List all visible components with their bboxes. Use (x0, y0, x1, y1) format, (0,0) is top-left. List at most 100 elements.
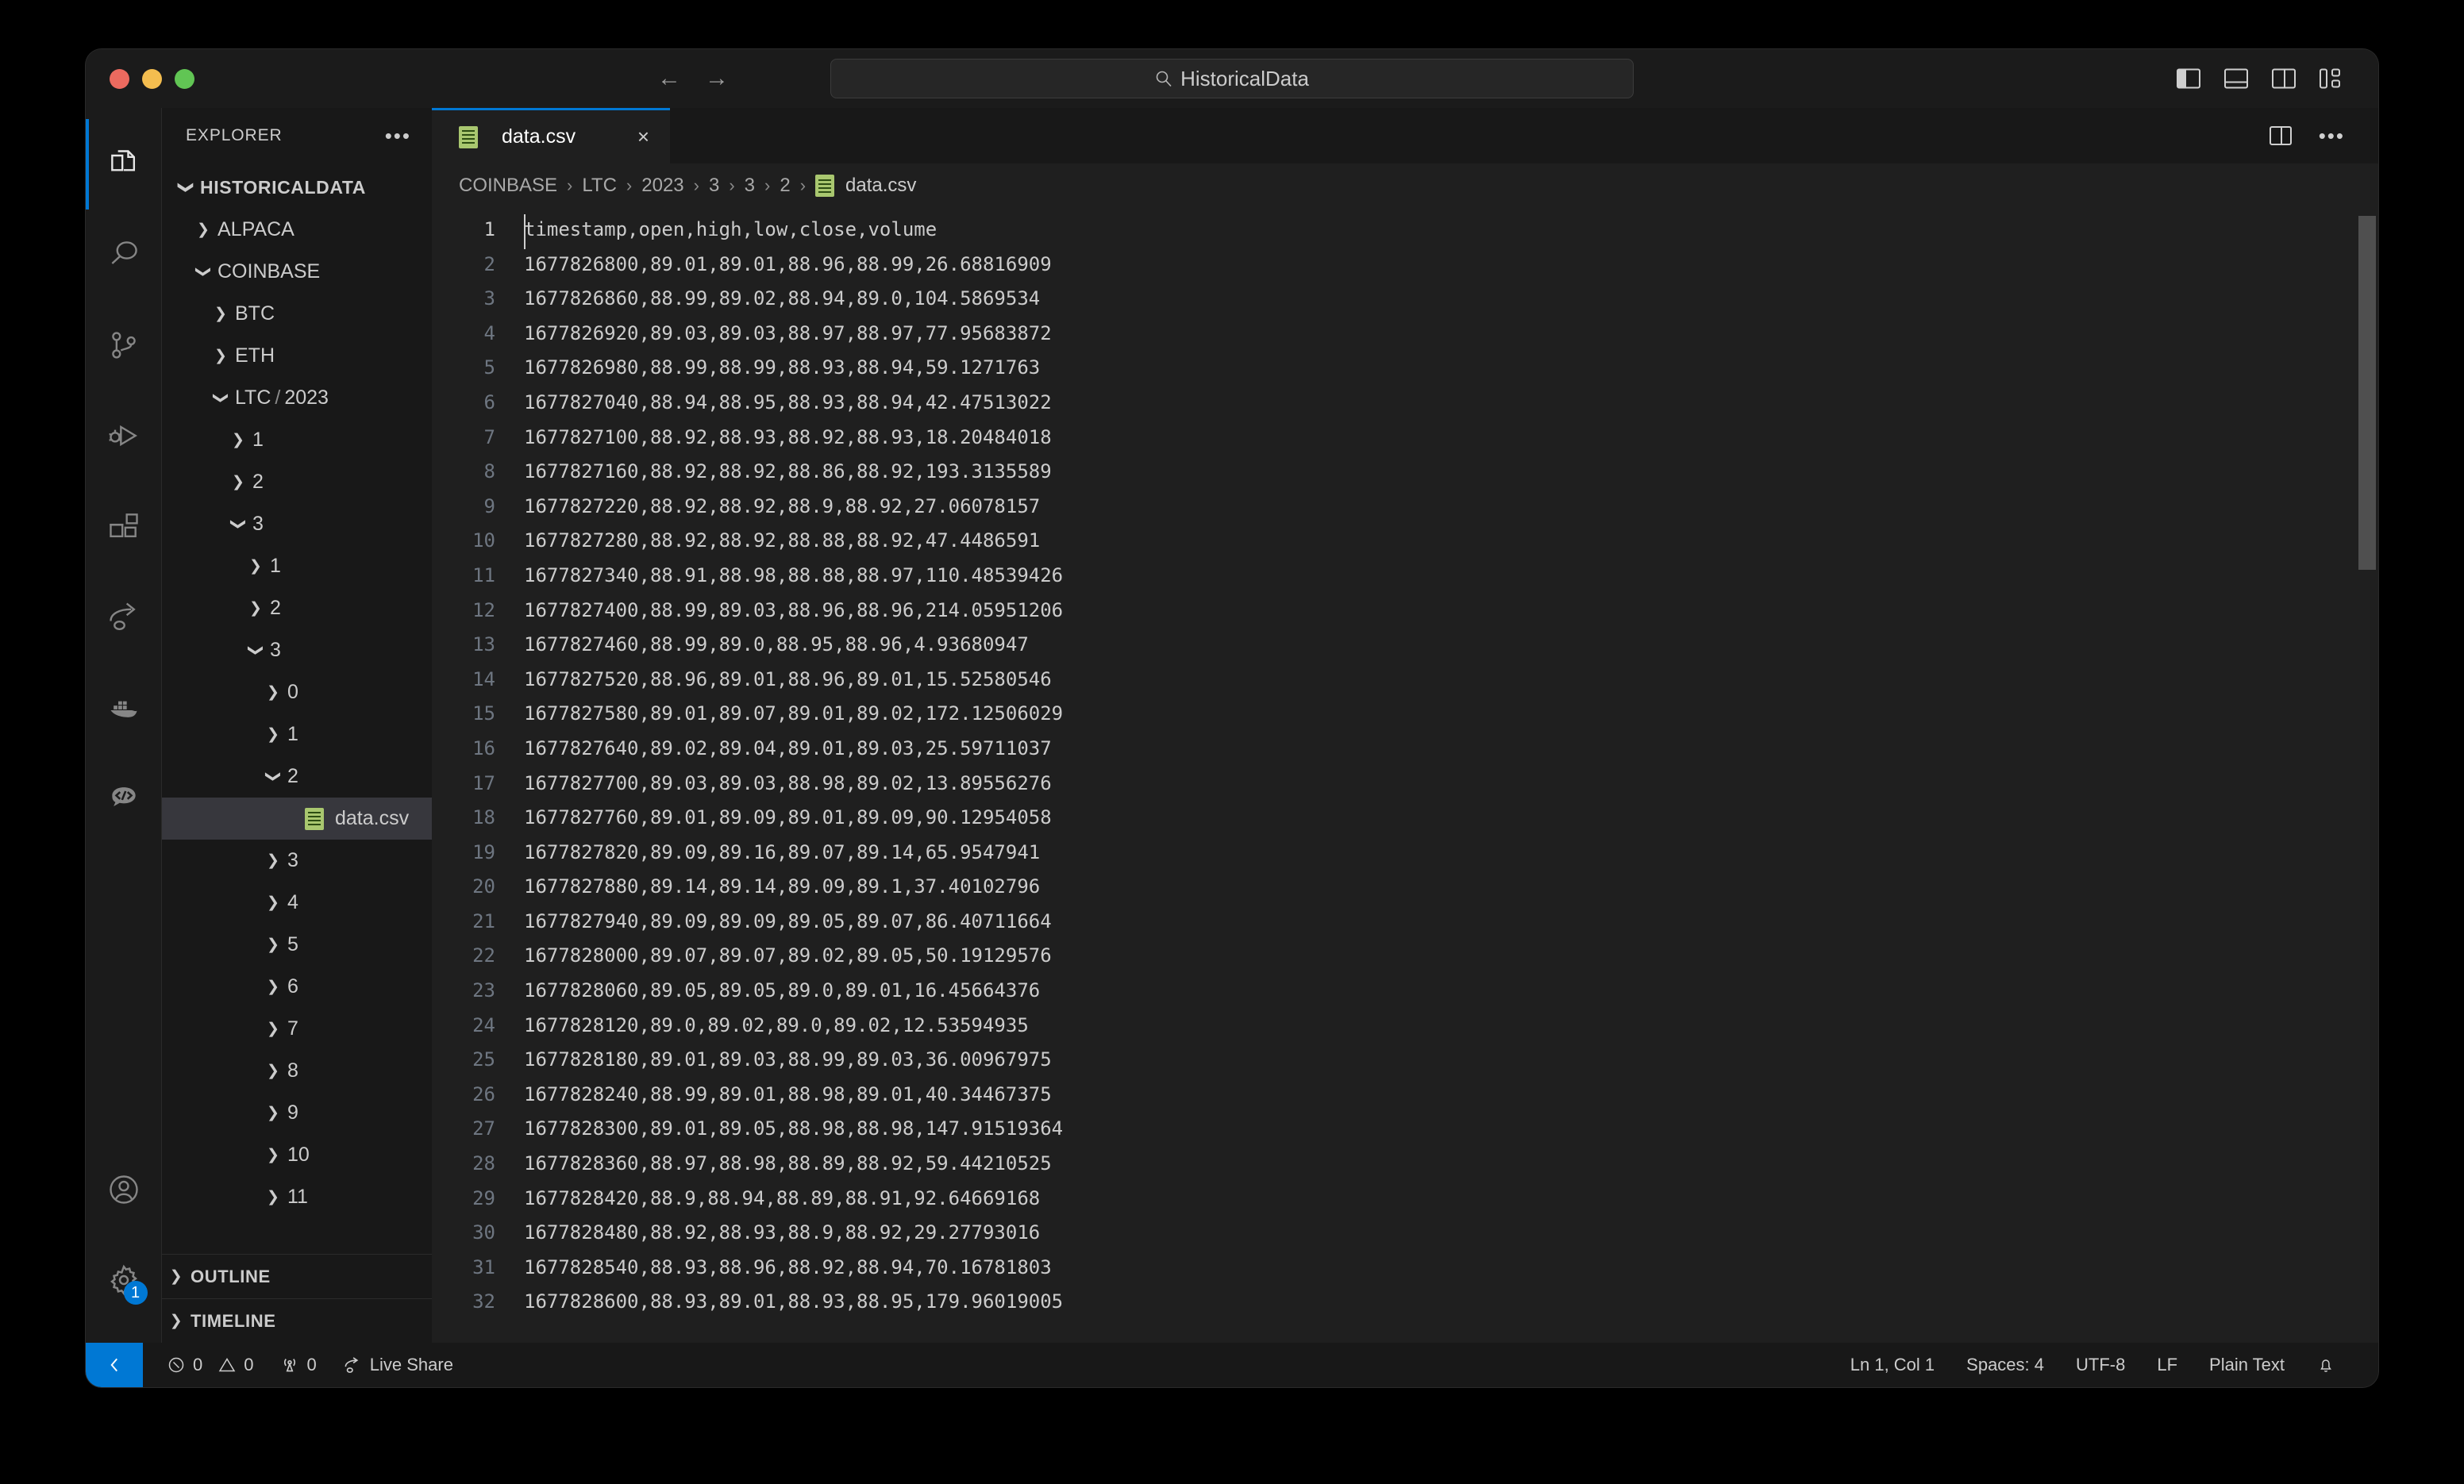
tree-folder-2[interactable]: ❯ 2 (162, 461, 432, 503)
tree-folder-10[interactable]: ❯ 10 (162, 1134, 432, 1176)
tree-folder-7[interactable]: ❯ 7 (162, 1008, 432, 1050)
maximize-window-button[interactable] (175, 68, 194, 89)
chevron-right-icon[interactable]: ❯ (259, 1020, 287, 1038)
accounts-button[interactable] (86, 1144, 162, 1235)
toggle-panel-icon[interactable] (2224, 68, 2248, 89)
status-ports[interactable]: 0 (267, 1343, 329, 1387)
sidebar-item-docker[interactable] (86, 662, 162, 752)
sidebar-item-explorer[interactable] (86, 119, 162, 210)
breadcrumb-item-3[interactable]: 3 (709, 175, 719, 197)
chevron-right-icon[interactable]: ❯ (259, 978, 287, 996)
chevron-right-icon[interactable]: ❯ (224, 473, 252, 491)
tree-folder-1[interactable]: ❯ 1 (162, 545, 432, 587)
breadcrumb-item-ltc[interactable]: LTC (582, 175, 617, 197)
editor-scrollbar[interactable] (2356, 208, 2378, 1343)
editor-more-actions-icon[interactable]: ••• (2319, 124, 2345, 148)
tree-folder-1[interactable]: ❯ 1 (162, 713, 432, 755)
toggle-secondary-sidebar-icon[interactable] (2272, 68, 2296, 89)
tree-folder-11[interactable]: ❯ 11 (162, 1176, 432, 1218)
sidebar-item-search[interactable] (86, 210, 162, 300)
tree-folder-HISTORICALDATA[interactable]: ❯ HISTORICALDATA (162, 167, 432, 209)
sidebar-section-outline[interactable]: ❯ OUTLINE (162, 1254, 432, 1298)
toggle-primary-sidebar-icon[interactable] (2177, 68, 2200, 89)
chevron-right-icon[interactable]: ❯ (189, 221, 218, 239)
close-icon[interactable]: × (637, 125, 649, 149)
chevron-down-icon[interactable]: ❯ (177, 174, 195, 202)
tree-folder-2[interactable]: ❯ 2 (162, 587, 432, 629)
chevron-right-icon[interactable]: ❯ (224, 431, 252, 449)
tree-folder-5[interactable]: ❯ 5 (162, 924, 432, 966)
remote-indicator-icon[interactable] (86, 1343, 143, 1387)
status-live-share[interactable]: Live Share (329, 1343, 466, 1387)
tree-folder-ALPACA[interactable]: ❯ ALPACA (162, 209, 432, 251)
status-indentation[interactable]: Spaces: 4 (1950, 1343, 2060, 1387)
explorer-more-actions-icon[interactable]: ••• (385, 124, 411, 148)
customize-layout-icon[interactable] (2320, 68, 2343, 89)
tree-folder-4[interactable]: ❯ 4 (162, 882, 432, 924)
status-cursor-position[interactable]: Ln 1, Col 1 (1835, 1343, 1950, 1387)
tree-folder-ETH[interactable]: ❯ ETH (162, 335, 432, 377)
chevron-right-icon[interactable]: ❯ (259, 894, 287, 912)
close-window-button[interactable] (110, 68, 129, 89)
tree-folder-3[interactable]: ❯ 3 (162, 503, 432, 545)
notifications-button[interactable] (2300, 1343, 2351, 1387)
status-language-mode[interactable]: Plain Text (2193, 1343, 2300, 1387)
tree-folder-LTC[interactable]: ❯ LTC/2023 (162, 377, 432, 419)
chevron-right-icon[interactable]: ❯ (241, 599, 270, 617)
chevron-right-icon[interactable]: ❯ (259, 852, 287, 870)
line-number: 21 (472, 909, 495, 932)
tree-folder-BTC[interactable]: ❯ BTC (162, 293, 432, 335)
go-back-icon[interactable]: ← (657, 67, 681, 90)
breadcrumb-item-3[interactable]: 3 (745, 175, 755, 197)
status-eol[interactable]: LF (2141, 1343, 2193, 1387)
chevron-down-icon[interactable]: ❯ (247, 636, 265, 665)
tree-folder-1[interactable]: ❯ 1 (162, 419, 432, 461)
tree-file-data.csv[interactable]: data.csv (162, 798, 432, 840)
tree-folder-8[interactable]: ❯ 8 (162, 1050, 432, 1092)
chevron-down-icon[interactable]: ❯ (264, 763, 283, 791)
tree-folder-6[interactable]: ❯ 6 (162, 966, 432, 1008)
sidebar-item-extensions[interactable] (86, 481, 162, 571)
breadcrumb-item-2[interactable]: 2 (780, 175, 790, 197)
tree-folder-9[interactable]: ❯ 9 (162, 1092, 432, 1134)
status-problems[interactable]: 0 0 (154, 1343, 267, 1387)
breadcrumb-item-2023[interactable]: 2023 (641, 175, 683, 197)
chevron-right-icon[interactable]: ❯ (259, 1146, 287, 1164)
chevron-right-icon[interactable]: ❯ (259, 1104, 287, 1122)
tree-folder-2[interactable]: ❯ 2 (162, 755, 432, 798)
minimize-window-button[interactable] (142, 68, 162, 89)
tree-folder-3[interactable]: ❯ 3 (162, 840, 432, 882)
scrollbar-thumb[interactable] (2358, 216, 2376, 570)
chevron-right-icon[interactable]: ❯ (259, 725, 287, 744)
chevron-right-icon[interactable]: ❯ (206, 347, 235, 365)
breadcrumb-item-coinbase[interactable]: COINBASE (459, 175, 557, 197)
chevron-right-icon[interactable]: ❯ (259, 1188, 287, 1206)
chevron-right-icon[interactable]: ❯ (241, 557, 270, 575)
chevron-right-icon[interactable]: ❯ (259, 936, 287, 954)
sidebar-section-timeline-label: TIMELINE (191, 1310, 276, 1331)
tab-data-csv[interactable]: data.csv × (432, 108, 670, 163)
settings-button[interactable]: 1 (86, 1235, 162, 1325)
status-encoding[interactable]: UTF-8 (2060, 1343, 2141, 1387)
sidebar-item-source-control[interactable] (86, 300, 162, 390)
breadcrumb-item-data-csv[interactable]: data.csv (815, 175, 916, 197)
tree-folder-3[interactable]: ❯ 3 (162, 629, 432, 671)
command-center-search[interactable]: HistoricalData (830, 59, 1634, 98)
chevron-right-icon[interactable]: ❯ (259, 1062, 287, 1080)
line-number: 15 (472, 702, 495, 725)
chevron-down-icon[interactable]: ❯ (194, 258, 213, 286)
sidebar-item-live-share[interactable] (86, 571, 162, 662)
chevron-right-icon[interactable]: ❯ (206, 305, 235, 323)
chevron-right-icon[interactable]: ❯ (259, 683, 287, 702)
tree-folder-0[interactable]: ❯ 0 (162, 671, 432, 713)
chevron-down-icon[interactable]: ❯ (212, 384, 230, 413)
chevron-down-icon[interactable]: ❯ (229, 510, 248, 539)
tree-folder-COINBASE[interactable]: ❯ COINBASE (162, 251, 432, 293)
split-editor-icon[interactable] (2269, 126, 2292, 145)
sidebar-item-run-and-debug[interactable] (86, 390, 162, 481)
sidebar-item-remote-explorer[interactable] (86, 752, 162, 843)
code-editor[interactable]: 1 2 3 4 5 6 7 8 9 10 11 12 13 14 15 16 17 18 19 20 21 22 23 24 2… (432, 208, 2378, 1343)
sidebar-section-timeline[interactable]: ❯ TIMELINE (162, 1298, 432, 1343)
go-forward-icon[interactable]: → (705, 67, 729, 90)
code-content[interactable]: timestamp,open,high,low,close,volume 1677… (505, 208, 2378, 1343)
